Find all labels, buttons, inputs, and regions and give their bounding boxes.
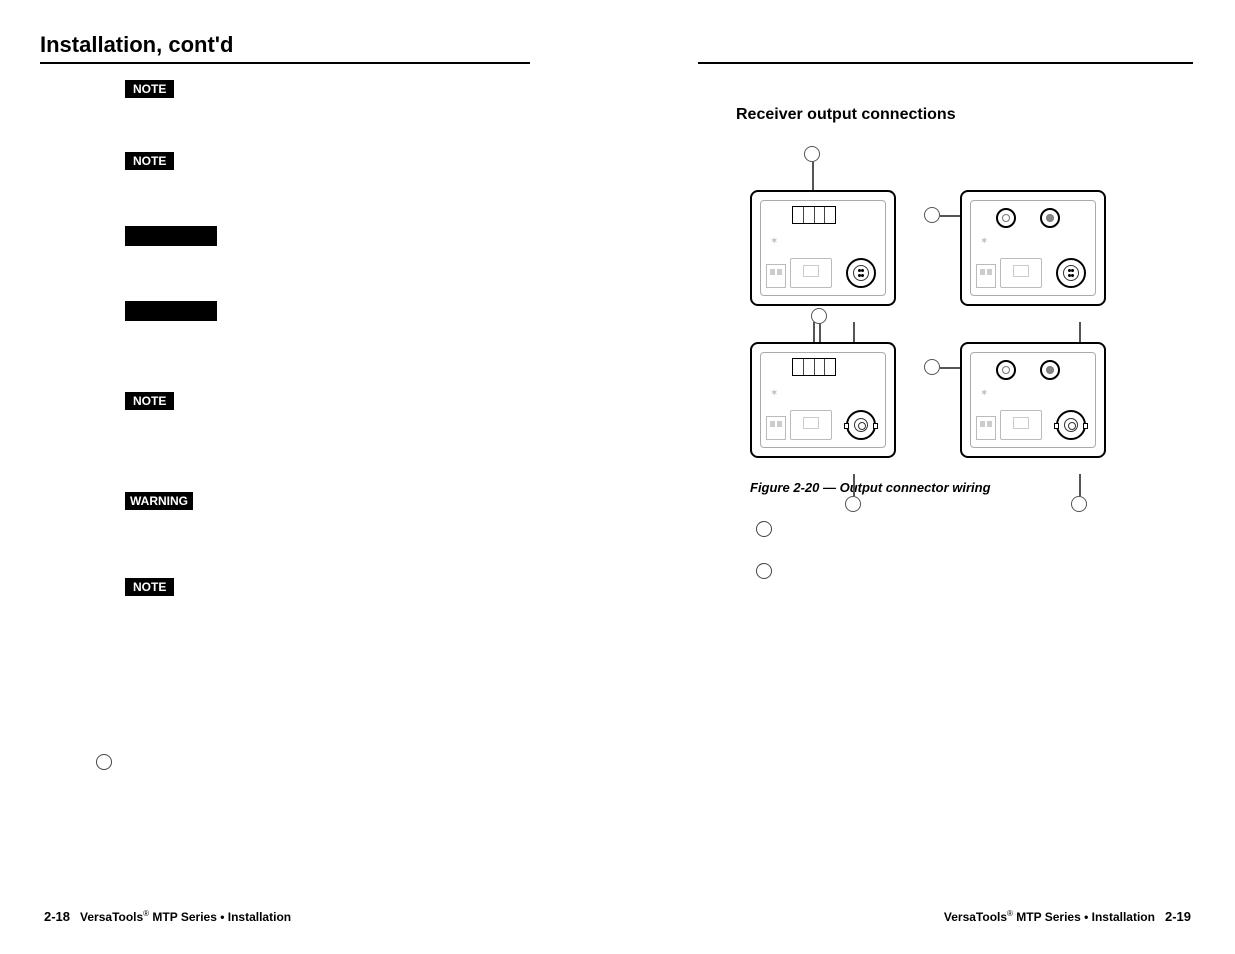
footer-series: MTP Series • Installation: [1013, 910, 1155, 924]
right-page-number: 2-19: [1165, 909, 1191, 924]
blank-label: [125, 301, 217, 321]
device-bottom-right: ✶: [960, 342, 1106, 458]
note-label: NOTE: [125, 578, 174, 596]
figure-caption: Figure 2-20 — Output connector wiring: [750, 480, 1192, 495]
warning-label: WARNING: [125, 492, 193, 510]
circle-icon: [96, 754, 112, 770]
device-top-right: ✶: [960, 190, 1106, 306]
page-title: Installation, cont'd: [40, 32, 530, 64]
note-label: NOTE: [125, 392, 174, 410]
device-top-left: ✶: [750, 190, 896, 306]
footer-brand: VersaTools: [80, 910, 143, 924]
note-label: NOTE: [125, 80, 174, 98]
left-callout-marker: [96, 754, 530, 775]
device-bottom-left: ✶: [750, 342, 896, 458]
subsection-title: Receiver output connections: [736, 106, 1192, 124]
circle-icon: [756, 563, 772, 579]
figure-2-20: ✶: [750, 146, 1192, 458]
page-footer: 2-18 VersaTools® MTP Series • Installati…: [44, 909, 1191, 924]
circle-icon: [756, 521, 772, 537]
left-page-number: 2-18: [44, 909, 70, 924]
column-divider: [698, 62, 1193, 64]
left-column: NOTE NOTE NOTE WARNING NOTE: [40, 80, 530, 775]
note-label: NOTE: [125, 152, 174, 170]
footer-right: VersaTools® MTP Series • Installation 2-…: [944, 909, 1191, 924]
right-column: Receiver output connections ✶: [700, 80, 1192, 775]
footer-brand: VersaTools: [944, 910, 1007, 924]
footer-left: 2-18 VersaTools® MTP Series • Installati…: [44, 909, 291, 924]
text-callout-a: [756, 521, 1192, 537]
blank-label: [125, 226, 217, 246]
text-callout-b: [756, 563, 1192, 579]
footer-series: MTP Series • Installation: [149, 910, 291, 924]
